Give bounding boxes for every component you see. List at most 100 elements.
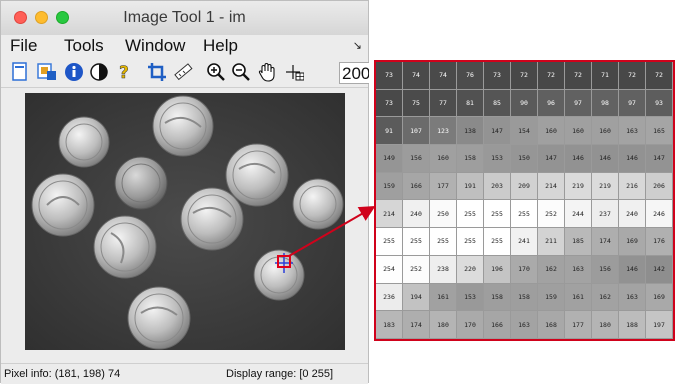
pixel-value-cell: 97 <box>565 89 592 118</box>
pixel-value-cell: 147 <box>484 117 511 146</box>
pixel-value-cell: 163 <box>565 255 592 284</box>
pixel-value-cell: 72 <box>538 62 565 90</box>
pixel-value-cell: 158 <box>484 283 511 312</box>
pixel-value-cell: 183 <box>376 311 403 339</box>
pixel-value-cell: 72 <box>511 62 538 90</box>
pixel-value-cell: 176 <box>646 228 673 256</box>
image-tool-window: Image Tool 1 - im File Tools Window Help… <box>0 0 369 384</box>
pixel-value-cell: 255 <box>376 228 403 256</box>
pixel-value-cell: 170 <box>457 311 484 339</box>
coin <box>127 286 191 350</box>
info-icon[interactable] <box>64 62 84 82</box>
pixel-value-cell: 255 <box>484 228 511 256</box>
pixel-value-cell: 211 <box>538 228 565 256</box>
pixel-value-cell: 240 <box>403 200 430 229</box>
pixel-value-cell: 180 <box>430 311 457 339</box>
pixel-value-cell: 185 <box>565 228 592 256</box>
menu-tools[interactable]: Tools <box>64 36 104 56</box>
coin <box>152 95 214 157</box>
zoom-out-icon[interactable] <box>231 62 251 82</box>
pixel-value-cell: 236 <box>376 283 403 312</box>
pixel-value-cell: 177 <box>430 172 457 201</box>
coins-picture <box>25 93 345 350</box>
coin <box>292 178 344 230</box>
pixel-value-cell: 159 <box>538 283 565 312</box>
pixel-value-cell: 255 <box>457 228 484 256</box>
pixel-value-cell: 219 <box>592 172 619 201</box>
pixel-value-cell: 168 <box>538 311 565 339</box>
pixel-value-cell: 146 <box>592 145 619 173</box>
pixel-value-cell: 216 <box>619 172 646 201</box>
pixel-value-cell: 162 <box>538 255 565 284</box>
pixel-value-cell: 166 <box>403 172 430 201</box>
pixel-value-cell: 255 <box>430 228 457 256</box>
toolbar-overflow-icon[interactable]: ↘ <box>353 39 362 52</box>
pixel-region-icon[interactable] <box>284 62 304 82</box>
zoom-in-icon[interactable] <box>206 62 226 82</box>
pixel-value-cell: 85 <box>484 89 511 118</box>
pixel-value-cell: 206 <box>646 172 673 201</box>
menu-window[interactable]: Window <box>125 36 185 56</box>
display-range-label: Display range: [0 255] <box>226 368 334 380</box>
new-figure-icon[interactable] <box>10 62 30 82</box>
pixel-value-cell: 255 <box>457 200 484 229</box>
pixel-value-cell: 73 <box>376 62 403 90</box>
pixel-value-cell: 96 <box>538 89 565 118</box>
pixel-value-cell: 153 <box>457 283 484 312</box>
pixel-value-cell: 150 <box>511 145 538 173</box>
pixel-value-cell: 161 <box>565 283 592 312</box>
pan-hand-icon[interactable] <box>257 62 277 82</box>
pixel-value-cell: 147 <box>538 145 565 173</box>
image-canvas <box>1 88 368 363</box>
image-info-icon[interactable] <box>37 62 57 82</box>
pixel-value-cell: 146 <box>619 145 646 173</box>
pixel-value-cell: 194 <box>403 283 430 312</box>
pixel-value-cell: 255 <box>511 200 538 229</box>
pixel-value-cell: 160 <box>592 117 619 146</box>
pixel-value-cell: 255 <box>403 228 430 256</box>
pixel-value-cell: 158 <box>511 283 538 312</box>
pixel-value-cell: 238 <box>430 255 457 284</box>
pixel-value-cell: 138 <box>457 117 484 146</box>
pixel-value-cell: 159 <box>376 172 403 201</box>
pixel-value-cell: 250 <box>430 200 457 229</box>
pixel-value-cell: 252 <box>403 255 430 284</box>
coin <box>93 215 157 279</box>
pixel-value-cell: 165 <box>646 117 673 146</box>
crop-icon[interactable] <box>147 62 167 82</box>
pixel-value-cell: 156 <box>592 255 619 284</box>
pixel-value-cell: 170 <box>511 255 538 284</box>
pixel-value-cell: 177 <box>565 311 592 339</box>
pixel-value-cell: 98 <box>592 89 619 118</box>
pixel-value-cell: 219 <box>565 172 592 201</box>
pixel-value-cell: 71 <box>592 62 619 90</box>
contrast-icon[interactable] <box>89 62 109 82</box>
zoom-level-field[interactable]: 200 <box>339 62 369 84</box>
pixel-value-cell: 160 <box>430 145 457 173</box>
menu-file[interactable]: File <box>10 36 37 56</box>
pixel-value-cell: 237 <box>592 200 619 229</box>
pixel-value-cell: 166 <box>484 311 511 339</box>
coins-image[interactable] <box>25 93 345 350</box>
pixel-value-cell: 160 <box>538 117 565 146</box>
pixel-value-cell: 156 <box>403 145 430 173</box>
pixel-value-cell: 252 <box>538 200 565 229</box>
pixel-value-cell: 77 <box>430 89 457 118</box>
pixel-value-cell: 196 <box>484 255 511 284</box>
coin <box>180 187 244 251</box>
status-bar: Pixel info: (181, 198) 74 Display range:… <box>1 363 368 384</box>
coin <box>225 143 289 207</box>
menu-help[interactable]: Help <box>203 36 238 56</box>
menu-bar: File Tools Window Help ↘ <box>1 35 368 59</box>
pixel-value-cell: 123 <box>430 117 457 146</box>
pixel-value-cell: 246 <box>646 200 673 229</box>
help-icon[interactable]: ? <box>115 62 135 82</box>
pixel-value-cell: 214 <box>538 172 565 201</box>
measure-distance-icon[interactable] <box>173 62 193 82</box>
pixel-value-cell: 153 <box>484 145 511 173</box>
pixel-value-cell: 74 <box>403 62 430 90</box>
pixel-value-cell: 209 <box>511 172 538 201</box>
pixel-value-cell: 180 <box>592 311 619 339</box>
title-bar: Image Tool 1 - im <box>1 1 368 36</box>
pixel-value-cell: 163 <box>619 117 646 146</box>
